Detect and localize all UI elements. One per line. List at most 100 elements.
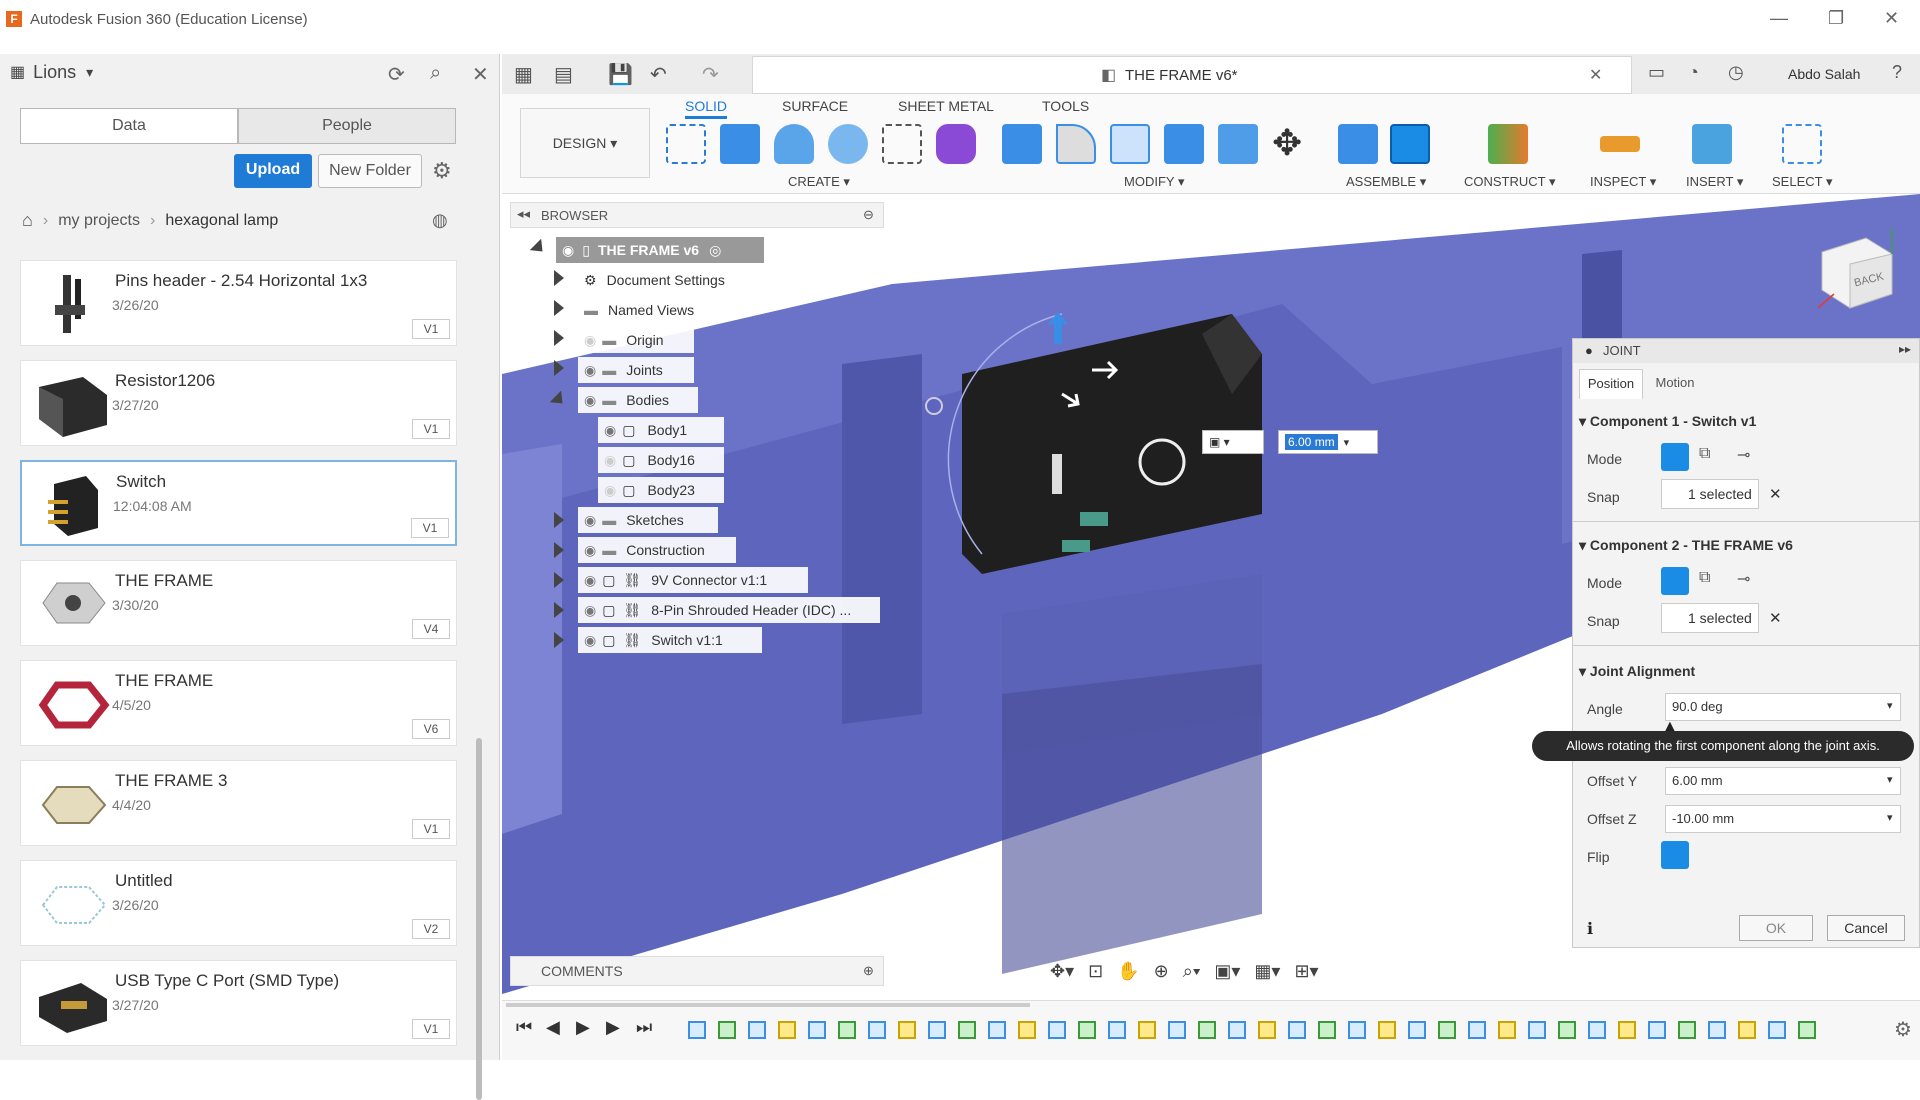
- timeline-feature-icon[interactable]: [1318, 1021, 1336, 1039]
- job-status-icon[interactable]: ◔: [1688, 62, 1699, 83]
- browser-item[interactable]: ◉ ▢ Body1: [598, 417, 724, 443]
- file-icon[interactable]: ▤: [554, 62, 573, 87]
- press-pull-icon[interactable]: [1002, 124, 1042, 164]
- group-select[interactable]: SELECT ▾: [1772, 174, 1832, 190]
- timeline-feature-icon[interactable]: [838, 1021, 856, 1039]
- pan-icon[interactable]: ✋: [1117, 961, 1139, 982]
- save-icon[interactable]: 💾: [608, 62, 633, 87]
- version-badge[interactable]: V1: [411, 518, 449, 538]
- look-at-icon[interactable]: ⊡: [1088, 961, 1103, 982]
- eye-icon[interactable]: ◉: [584, 632, 596, 649]
- activate-icon[interactable]: ◎: [709, 242, 721, 259]
- document-tab[interactable]: ◧ THE FRAME v6* ✕: [752, 56, 1632, 94]
- eye-icon[interactable]: ◉: [584, 602, 596, 619]
- dimension-input-wrapper[interactable]: 6.00 mm ▾: [1278, 430, 1378, 454]
- user-name[interactable]: Abdo Salah: [1788, 66, 1860, 82]
- joint-icon[interactable]: [1390, 124, 1430, 164]
- group-inspect[interactable]: INSPECT ▾: [1590, 174, 1656, 190]
- ok-button[interactable]: OK: [1739, 915, 1813, 941]
- timeline-feature-icon[interactable]: [1378, 1021, 1396, 1039]
- expand-toggle-icon[interactable]: [554, 542, 564, 558]
- tab-motion[interactable]: Motion: [1643, 369, 1707, 399]
- timeline-feature-icon[interactable]: [1588, 1021, 1606, 1039]
- timeline-feature-icon[interactable]: [1048, 1021, 1066, 1039]
- component2-header[interactable]: ▾ Component 2 - THE FRAME v6: [1579, 537, 1793, 554]
- file-card[interactable]: Untitled 3/26/20 V2: [20, 860, 457, 946]
- move-icon[interactable]: ✥: [1272, 122, 1302, 164]
- expand-dialog-icon[interactable]: ▸▸: [1899, 342, 1911, 356]
- eye-icon[interactable]: ◉: [604, 422, 616, 439]
- timeline-feature-icon[interactable]: [1528, 1021, 1546, 1039]
- version-badge[interactable]: V4: [412, 619, 450, 639]
- tab-solid[interactable]: SOLID: [685, 98, 728, 119]
- timeline-feature-icon[interactable]: [1678, 1021, 1696, 1039]
- offset-y-input[interactable]: 6.00 mm: [1665, 767, 1901, 795]
- select-box-icon[interactable]: [1782, 124, 1822, 164]
- cancel-button[interactable]: Cancel: [1827, 915, 1905, 941]
- comments-add-icon[interactable]: ⊕: [863, 957, 874, 985]
- undo-icon[interactable]: ↶: [650, 62, 667, 87]
- clock-icon[interactable]: ◷: [1728, 62, 1744, 83]
- timeline-feature-icon[interactable]: [958, 1021, 976, 1039]
- timeline-feature-icon[interactable]: [1018, 1021, 1036, 1039]
- flip-button[interactable]: [1661, 841, 1689, 869]
- timeline-feature-icon[interactable]: [1408, 1021, 1426, 1039]
- eye-icon[interactable]: ◉: [584, 572, 596, 589]
- info-icon[interactable]: ℹ: [1587, 919, 1593, 939]
- version-badge[interactable]: V1: [412, 1019, 450, 1039]
- group-construct[interactable]: CONSTRUCT ▾: [1464, 174, 1556, 190]
- maximize-button[interactable]: ❐: [1828, 8, 1844, 29]
- timeline-feature-icon[interactable]: [688, 1021, 706, 1039]
- snap2-selection[interactable]: 1 selected: [1661, 603, 1759, 633]
- timeline-feature-icon[interactable]: [928, 1021, 946, 1039]
- home-icon[interactable]: ⌂: [22, 210, 33, 231]
- version-badge[interactable]: V1: [412, 819, 450, 839]
- orbit-icon[interactable]: ✥▾: [1050, 961, 1074, 982]
- file-card[interactable]: THE FRAME 4/5/20 V6: [20, 660, 457, 746]
- fillet-icon[interactable]: [1056, 124, 1096, 164]
- globe-icon[interactable]: ◍: [432, 210, 448, 231]
- viewports-icon[interactable]: ⊞▾: [1294, 961, 1318, 982]
- timeline-feature-icon[interactable]: [1228, 1021, 1246, 1039]
- browser-item[interactable]: ◉ ▬ Origin: [578, 327, 694, 353]
- comments-bar[interactable]: COMMENTS ⊕: [510, 956, 884, 986]
- extrude-icon[interactable]: [720, 124, 760, 164]
- expand-toggle-icon[interactable]: [554, 270, 564, 286]
- timeline-feature-icon[interactable]: [988, 1021, 1006, 1039]
- component1-header[interactable]: ▾ Component 1 - Switch v1: [1579, 413, 1756, 430]
- close-tab-icon[interactable]: ✕: [1589, 65, 1602, 85]
- browser-item[interactable]: ▬ Named Views: [578, 297, 712, 323]
- timeline-feature-icon[interactable]: [1708, 1021, 1726, 1039]
- file-card[interactable]: THE FRAME 3 4/4/20 V1: [20, 760, 457, 846]
- timeline-feature-icon[interactable]: [718, 1021, 736, 1039]
- grid-settings-icon[interactable]: ▦▾: [1254, 961, 1280, 982]
- close-button[interactable]: ✕: [1884, 8, 1899, 29]
- eye-hidden-icon[interactable]: ◉: [584, 332, 596, 349]
- chat-icon[interactable]: ▭: [1648, 62, 1665, 83]
- expand-toggle-icon[interactable]: [554, 360, 564, 376]
- breadcrumb-root[interactable]: my projects: [58, 212, 140, 230]
- timeline-feature-icon[interactable]: [1768, 1021, 1786, 1039]
- file-card[interactable]: Pins header - 2.54 Horizontal 1x3 3/26/2…: [20, 260, 457, 346]
- group-assemble[interactable]: ASSEMBLE ▾: [1346, 174, 1426, 190]
- play-icon[interactable]: ▶: [576, 1017, 590, 1038]
- redo-icon[interactable]: ↷: [702, 62, 719, 87]
- mode-between-icon[interactable]: ⧉: [1699, 445, 1710, 463]
- timeline-feature-icon[interactable]: [868, 1021, 886, 1039]
- construct-plane-icon[interactable]: [1488, 124, 1528, 164]
- eye-icon[interactable]: ◉: [584, 512, 596, 529]
- chevron-down-icon[interactable]: ▾: [1887, 699, 1893, 712]
- timeline-settings-gear-icon[interactable]: ⚙: [1894, 1017, 1912, 1042]
- tab-sheet-metal[interactable]: SHEET METAL: [898, 98, 994, 114]
- file-card[interactable]: THE FRAME 3/30/20 V4: [20, 560, 457, 646]
- browser-item[interactable]: ◉ ▢ ⛓ Switch v1:1: [578, 627, 762, 653]
- new-folder-button[interactable]: New Folder: [318, 154, 422, 188]
- expand-toggle-icon[interactable]: [554, 632, 564, 648]
- view-cube[interactable]: BACK: [1812, 224, 1898, 310]
- form-icon[interactable]: [936, 124, 976, 164]
- mode-tangent-icon[interactable]: ⊸: [1737, 569, 1750, 589]
- timeline-feature-icon[interactable]: [778, 1021, 796, 1039]
- collapse-icon[interactable]: ◂◂: [517, 206, 530, 222]
- insert-image-icon[interactable]: [1692, 124, 1732, 164]
- timeline-feature-icon[interactable]: [1348, 1021, 1366, 1039]
